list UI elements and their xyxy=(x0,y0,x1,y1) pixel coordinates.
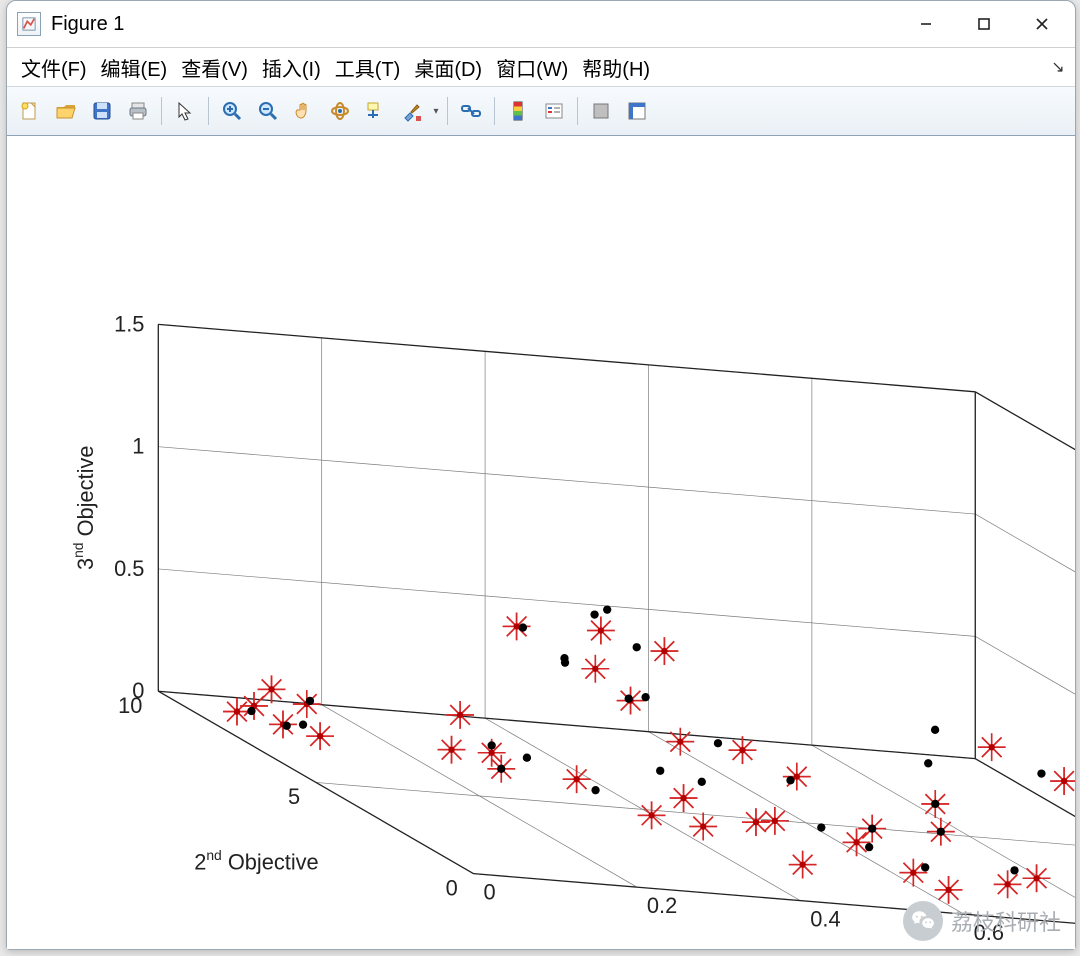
open-folder-icon[interactable] xyxy=(49,94,83,128)
menu-insert[interactable]: 插入(I) xyxy=(256,49,327,86)
menu-tools[interactable]: 工具(T) xyxy=(329,49,407,86)
toolbar-separator xyxy=(494,97,495,125)
zoom-out-icon[interactable] xyxy=(251,94,285,128)
svg-text:0.5: 0.5 xyxy=(114,556,144,581)
data-cursor-icon[interactable] xyxy=(359,94,393,128)
link-icon[interactable] xyxy=(454,94,488,128)
svg-text:2nd Objective: 2nd Objective xyxy=(194,847,318,875)
toolbar-separator xyxy=(208,97,209,125)
toolbar-separator xyxy=(161,97,162,125)
menu-file[interactable]: 文件(F) xyxy=(15,49,93,86)
window-title: Figure 1 xyxy=(51,13,124,36)
close-button[interactable] xyxy=(1013,1,1071,47)
pointer-icon[interactable] xyxy=(168,94,202,128)
legend-icon[interactable] xyxy=(537,94,571,128)
minimize-button[interactable] xyxy=(897,1,955,47)
svg-text:10: 10 xyxy=(118,693,142,718)
menu-desktop[interactable]: 桌面(D) xyxy=(408,49,488,86)
colorbar-icon[interactable] xyxy=(501,94,535,128)
titlebar: Figure 1 xyxy=(7,1,1075,48)
svg-text:1: 1 xyxy=(132,434,144,459)
toolbar-separator xyxy=(577,97,578,125)
svg-text:0.2: 0.2 xyxy=(647,893,677,918)
toolbar-separator xyxy=(447,97,448,125)
matlab-figure-icon xyxy=(17,12,41,36)
save-icon[interactable] xyxy=(85,94,119,128)
svg-text:0.6: 0.6 xyxy=(974,920,1004,945)
axes-3d[interactable]: 00.511.5051000.20.40.60.811st Objective2… xyxy=(7,136,1075,949)
hide-plottools-icon[interactable] xyxy=(584,94,618,128)
brush-icon[interactable] xyxy=(395,94,429,128)
svg-text:1.5: 1.5 xyxy=(114,311,144,336)
show-plottools-icon[interactable] xyxy=(620,94,654,128)
svg-text:0.4: 0.4 xyxy=(810,906,840,931)
axes-canvas[interactable]: 00.511.5051000.20.40.60.811st Objective2… xyxy=(7,136,1075,949)
new-file-icon[interactable] xyxy=(13,94,47,128)
maximize-button[interactable] xyxy=(955,1,1013,47)
print-icon[interactable] xyxy=(121,94,155,128)
svg-text:0: 0 xyxy=(446,875,458,900)
toolbar: ▾ xyxy=(7,87,1075,136)
menu-help[interactable]: 帮助(H) xyxy=(576,49,656,86)
pan-icon[interactable] xyxy=(287,94,321,128)
svg-text:5: 5 xyxy=(288,784,300,809)
menu-edit[interactable]: 编辑(E) xyxy=(95,49,174,86)
brush-dropdown-icon[interactable]: ▾ xyxy=(431,94,441,128)
menu-window[interactable]: 窗口(W) xyxy=(490,49,574,86)
svg-text:3nd Objective: 3nd Objective xyxy=(70,446,98,570)
figure-window: Figure 1 文件(F) 编辑(E) 查看(V) 插入(I) 工具(T) 桌… xyxy=(6,0,1076,950)
menu-view[interactable]: 查看(V) xyxy=(175,49,254,86)
dock-arrow-icon[interactable]: ↘ xyxy=(1049,58,1067,76)
rotate-3d-icon[interactable] xyxy=(323,94,357,128)
svg-text:0: 0 xyxy=(483,879,495,904)
menubar: 文件(F) 编辑(E) 查看(V) 插入(I) 工具(T) 桌面(D) 窗口(W… xyxy=(7,48,1075,87)
zoom-in-icon[interactable] xyxy=(215,94,249,128)
